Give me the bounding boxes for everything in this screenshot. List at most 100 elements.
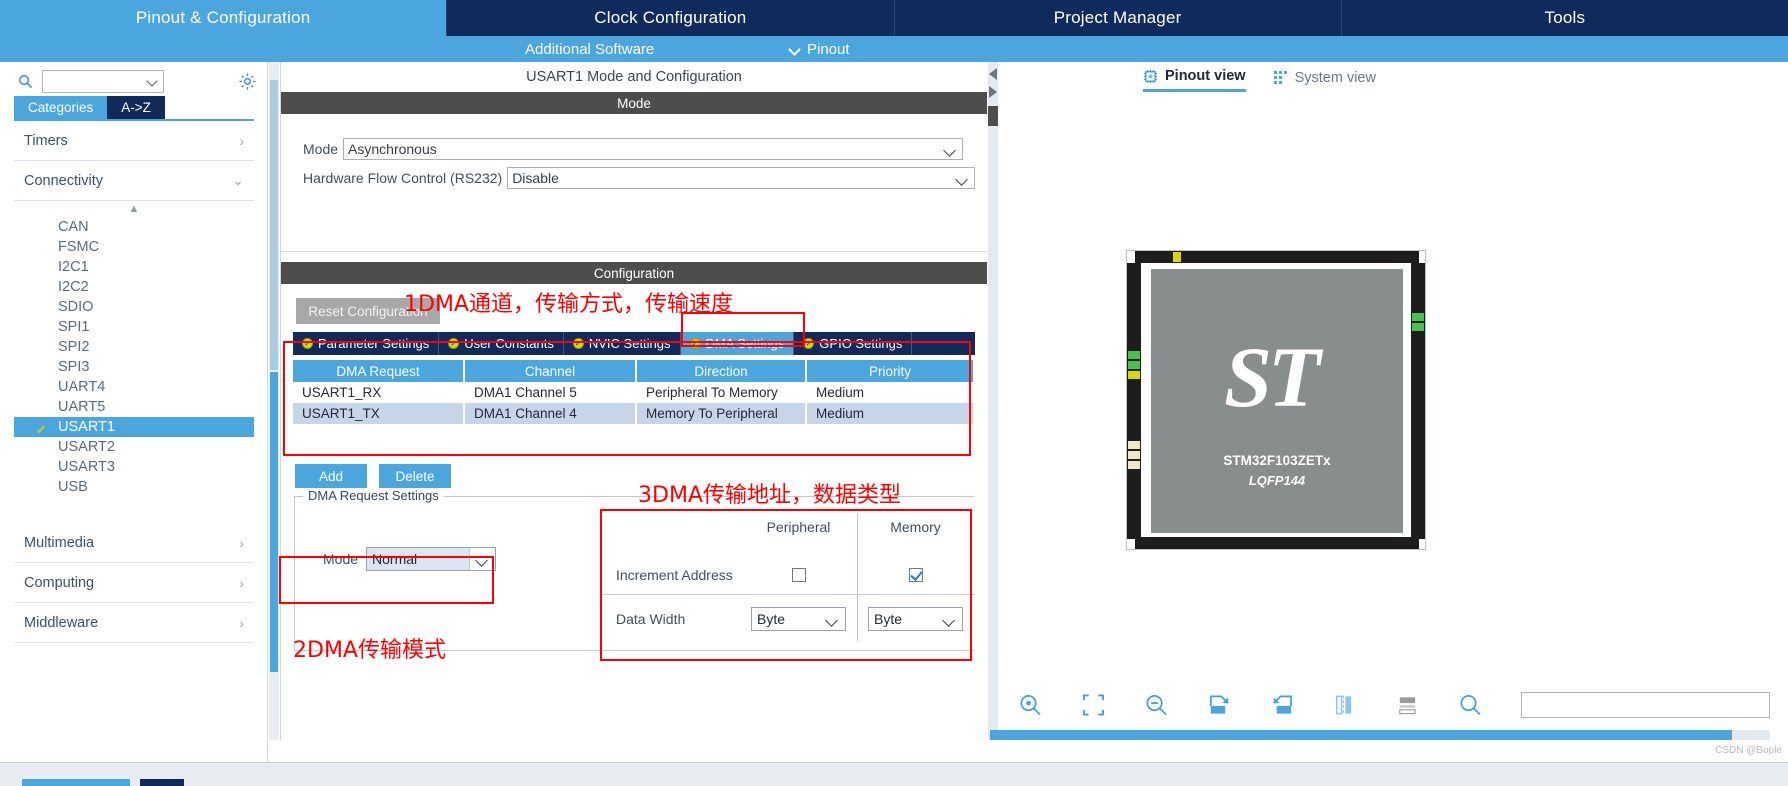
item-label: FSMC [58, 239, 100, 255]
sidebar-item-usart3[interactable]: USART3 [14, 457, 254, 477]
reset-configuration-button[interactable]: Reset Configuration [296, 298, 440, 324]
tab-tools[interactable]: Tools [1342, 0, 1788, 36]
pin-highlight-yellow[interactable] [1173, 252, 1181, 262]
keep-user-placement-icon[interactable] [1395, 692, 1420, 718]
status-dot-icon: ✓ [572, 338, 584, 349]
pin-highlight-green[interactable] [1128, 351, 1140, 359]
pin-highlight-beige[interactable] [1128, 461, 1140, 469]
pinout-search-input[interactable] [1521, 692, 1771, 718]
data-width-label: Data Width [616, 611, 686, 627]
data-width-memory-select[interactable]: Byte [868, 607, 963, 631]
tab-pinout-view[interactable]: Pinout view [1143, 68, 1246, 92]
data-width-peripheral-cell: Byte [740, 607, 857, 631]
pin-highlight-beige[interactable] [1128, 451, 1140, 459]
rotate-left-icon[interactable] [1270, 692, 1295, 718]
subtab-additional-software[interactable]: Additional Software [525, 41, 654, 58]
flip-horizontal-icon[interactable] [1332, 692, 1357, 718]
chevron-right-icon: › [239, 534, 244, 551]
sidebar-item-spi3[interactable]: SPI3 [14, 357, 254, 377]
column-header-priority: Priority [807, 360, 975, 382]
increment-address-memory-checkbox[interactable] [908, 567, 923, 582]
tab-project-manager[interactable]: Project Manager [895, 0, 1342, 36]
chip-package-frame: ST STM32F103ZETx LQFP144 [1126, 250, 1426, 550]
footer-accent-navy [140, 779, 184, 786]
scroll-left-arrow-icon[interactable] [989, 68, 997, 80]
mode-section-body: Mode Asynchronous Hardware Flow Control … [281, 114, 987, 252]
pin-highlight-yellow[interactable] [1128, 371, 1140, 379]
pin-row-right [1411, 263, 1425, 539]
tab-gpio-settings[interactable]: ✓ GPIO Settings [794, 332, 913, 355]
tab-pinout-configuration[interactable]: Pinout & Configuration [0, 0, 448, 36]
tab-a-to-z[interactable]: A->Z [107, 96, 165, 119]
pin-highlight-green[interactable] [1128, 361, 1140, 369]
sidebar-item-spi1[interactable]: SPI1 [14, 317, 254, 337]
chip-die: ST STM32F103ZETx LQFP144 [1151, 269, 1403, 533]
sidebar-item-uart5[interactable]: UART5 [14, 397, 254, 417]
mode-section-header: Mode [281, 92, 987, 114]
tab-dma-settings[interactable]: ✓ DMA Settings [680, 332, 795, 355]
connectivity-item-list: CAN FSMC I2C1 I2C2 SDIO SPI1 SPI2 SPI3 U… [14, 217, 254, 497]
item-label: CAN [58, 219, 89, 235]
dma-mode-select[interactable]: Normal [366, 547, 497, 571]
data-width-peripheral-select[interactable]: Byte [751, 607, 846, 631]
search-input[interactable] [42, 70, 164, 93]
sidebar-group-computing[interactable]: Computing › [14, 563, 254, 603]
chip-canvas[interactable]: ST STM32F103ZETx LQFP144 [1000, 110, 1770, 680]
zoom-out-icon[interactable] [1144, 692, 1169, 718]
pin-highlight-green[interactable] [1412, 313, 1424, 321]
sidebar-item-usart1[interactable]: ✓ USART1 [14, 417, 254, 437]
sidebar-group-middleware[interactable]: Middleware › [14, 603, 254, 643]
splitter-handle[interactable] [988, 106, 998, 126]
status-dot-icon: ✓ [689, 338, 701, 349]
zoom-in-icon[interactable] [1018, 692, 1043, 718]
tab-label: Tools [1544, 8, 1586, 27]
tab-categories[interactable]: Categories [14, 96, 108, 119]
sidebar-item-sdio[interactable]: SDIO [14, 297, 254, 317]
scrollbar-thumb[interactable] [990, 730, 1732, 740]
scrollbar-thumb-upper[interactable] [270, 80, 278, 370]
subtab-pinout[interactable]: Pinout [790, 41, 850, 58]
tab-clock-configuration[interactable]: Clock Configuration [447, 0, 895, 36]
item-label: UART4 [58, 379, 106, 395]
tab-system-view[interactable]: System view [1273, 70, 1376, 91]
increment-address-peripheral-checkbox[interactable] [791, 567, 806, 582]
tab-user-constants[interactable]: ✓ User Constants [439, 332, 564, 355]
scroll-right-arrow-icon[interactable] [989, 86, 997, 98]
delete-button[interactable]: Delete [379, 464, 451, 488]
sidebar-item-i2c2[interactable]: I2C2 [14, 277, 254, 297]
sidebar-item-spi2[interactable]: SPI2 [14, 337, 254, 357]
config-vertical-scrollbar[interactable] [269, 62, 279, 740]
pin-highlight-beige[interactable] [1128, 441, 1140, 449]
sidebar-group-timers[interactable]: Timers › [14, 121, 254, 161]
sidebar-item-fsmc[interactable]: FSMC [14, 237, 254, 257]
mode-select[interactable]: Asynchronous [343, 138, 964, 160]
sidebar-item-usart2[interactable]: USART2 [14, 437, 254, 457]
scrollbar-thumb-lower[interactable] [270, 372, 278, 672]
search-icon[interactable] [1458, 692, 1483, 718]
tab-parameter-settings[interactable]: ✓ Parameter Settings [293, 332, 440, 355]
sidebar-item-i2c1[interactable]: I2C1 [14, 257, 254, 277]
add-button[interactable]: Add [295, 464, 367, 488]
pinout-toolbar [1000, 682, 1771, 728]
sidebar-item-can[interactable]: CAN [14, 217, 254, 237]
pin-highlight-green[interactable] [1412, 323, 1424, 331]
sidebar-item-usb[interactable]: USB [14, 477, 254, 497]
hardware-flow-control-select[interactable]: Disable [507, 167, 976, 189]
pinout-left-scrollbar[interactable] [988, 62, 998, 740]
status-dot-icon: ✓ [448, 338, 460, 349]
rotate-right-icon[interactable] [1207, 692, 1232, 718]
chip-icon [1143, 69, 1158, 83]
table-row[interactable]: USART1_RX DMA1 Channel 5 Peripheral To M… [293, 382, 975, 403]
chevron-down-icon [790, 44, 801, 55]
pinout-horizontal-scrollbar[interactable] [990, 730, 1770, 740]
table-row[interactable]: USART1_TX DMA1 Channel 4 Memory To Perip… [293, 403, 975, 424]
tab-nvic-settings[interactable]: ✓ NVIC Settings [564, 332, 681, 355]
sidebar-item-uart4[interactable]: UART4 [14, 377, 254, 397]
fit-to-screen-icon[interactable] [1081, 692, 1106, 718]
column-header-memory: Memory [890, 519, 941, 535]
scroll-spinner-icon[interactable]: ▲ [14, 201, 254, 217]
sidebar-group-connectivity[interactable]: Connectivity ⌄ [14, 161, 254, 201]
sidebar-group-multimedia[interactable]: Multimedia › [14, 523, 254, 563]
gear-icon[interactable] [238, 72, 257, 91]
group-label: Timers [24, 132, 68, 149]
